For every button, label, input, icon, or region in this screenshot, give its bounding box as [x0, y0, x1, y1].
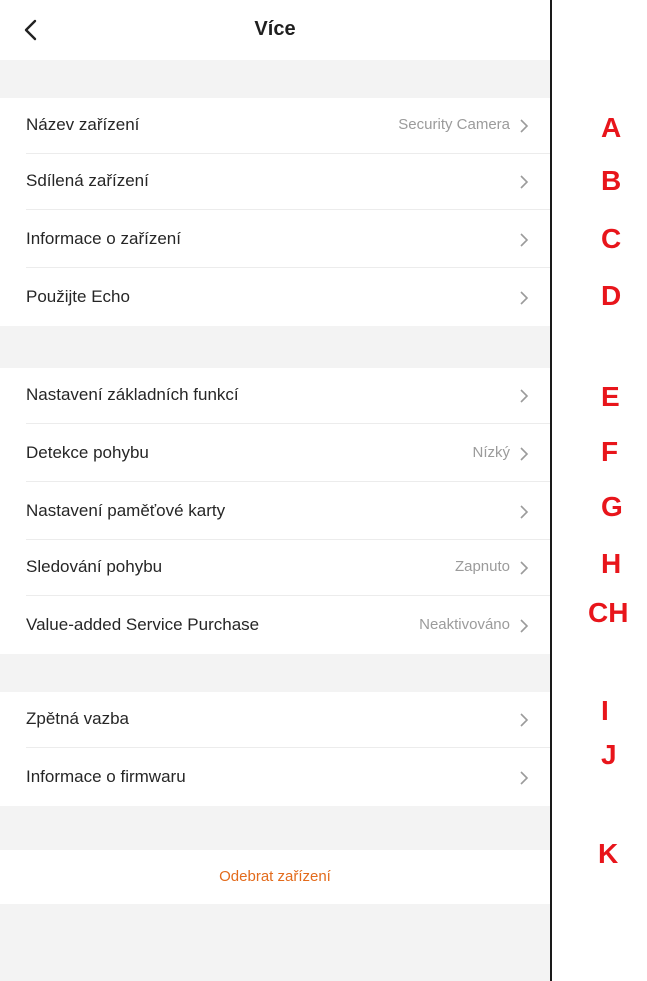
header: Více — [0, 0, 550, 60]
row-separator — [26, 267, 550, 268]
row-label: Zpětná vazba — [26, 709, 130, 728]
row-use-echo[interactable]: Použijte Echo — [0, 270, 550, 326]
marker-d: D — [601, 280, 622, 311]
row-label: Detekce pohybu — [26, 443, 149, 462]
row-device-info[interactable]: Informace o zařízení — [0, 212, 550, 268]
marker-e: E — [601, 381, 620, 412]
marker-j: J — [601, 739, 617, 770]
chevron-right-icon — [520, 713, 529, 727]
chevron-right-icon — [520, 619, 529, 633]
chevron-right-icon — [520, 389, 529, 403]
remove-device-button[interactable]: Odebrat zařízení — [0, 850, 550, 904]
row-separator — [26, 481, 550, 482]
row-basic-settings[interactable]: Nastavení základních funkcí — [0, 368, 550, 424]
settings-screen: Více Název zařízení Security Camera Sdíl… — [0, 0, 552, 981]
row-label: Název zařízení — [26, 115, 140, 134]
marker-ch: CH — [588, 597, 629, 628]
chevron-right-icon — [520, 291, 529, 305]
marker-h: H — [601, 548, 622, 579]
row-label: Sledování pohybu — [26, 557, 163, 576]
marker-f: F — [601, 436, 619, 467]
section-divider — [0, 60, 550, 98]
chevron-right-icon — [520, 561, 529, 575]
marker-a: A — [601, 112, 622, 143]
section-divider — [0, 326, 550, 368]
row-value: Zapnuto — [454, 558, 510, 575]
row-label: Value-added Service Purchase — [26, 615, 260, 634]
marker-g: G — [601, 491, 623, 522]
section-divider — [0, 654, 550, 692]
row-label: Informace o zařízení — [26, 229, 181, 248]
marker-i: I — [601, 695, 609, 726]
page-title: Více — [254, 18, 296, 40]
section-divider — [0, 806, 550, 850]
row-value: Neaktivováno — [419, 616, 510, 633]
row-device-name[interactable]: Název zařízení Security Camera — [0, 98, 550, 154]
chevron-right-icon — [520, 447, 529, 461]
row-label: Sdílená zařízení — [26, 171, 149, 190]
row-feedback[interactable]: Zpětná vazba — [0, 692, 550, 748]
row-motion-detection[interactable]: Detekce pohybu Nízký — [0, 426, 550, 482]
chevron-right-icon — [520, 233, 529, 247]
chevron-right-icon — [520, 505, 529, 519]
row-motion-tracking[interactable]: Sledování pohybu Zapnuto — [0, 540, 550, 596]
row-shared-devices[interactable]: Sdílená zařízení — [0, 154, 550, 210]
row-label: Informace o firmwaru — [26, 767, 186, 786]
bottom-filler — [0, 904, 550, 981]
row-label: Nastavení paměťové karty — [26, 501, 226, 520]
row-memory-card[interactable]: Nastavení paměťové karty — [0, 484, 550, 540]
row-separator — [26, 209, 550, 210]
row-firmware-info[interactable]: Informace o firmwaru — [0, 750, 550, 806]
row-separator — [26, 423, 550, 424]
marker-c: C — [601, 223, 622, 254]
row-separator — [26, 747, 550, 748]
row-service-purchase[interactable]: Value-added Service Purchase Neaktivován… — [0, 598, 550, 654]
chevron-right-icon — [520, 771, 529, 785]
marker-k: K — [598, 838, 619, 869]
row-label: Použijte Echo — [26, 287, 130, 306]
chevron-right-icon — [520, 119, 529, 133]
remove-device-label: Odebrat zařízení — [219, 868, 331, 885]
row-value: Nízký — [472, 444, 511, 461]
row-separator — [26, 595, 550, 596]
marker-b: B — [601, 165, 622, 196]
row-label: Nastavení základních funkcí — [26, 385, 239, 404]
chevron-right-icon — [520, 175, 529, 189]
row-value: Security Camera — [398, 116, 510, 133]
